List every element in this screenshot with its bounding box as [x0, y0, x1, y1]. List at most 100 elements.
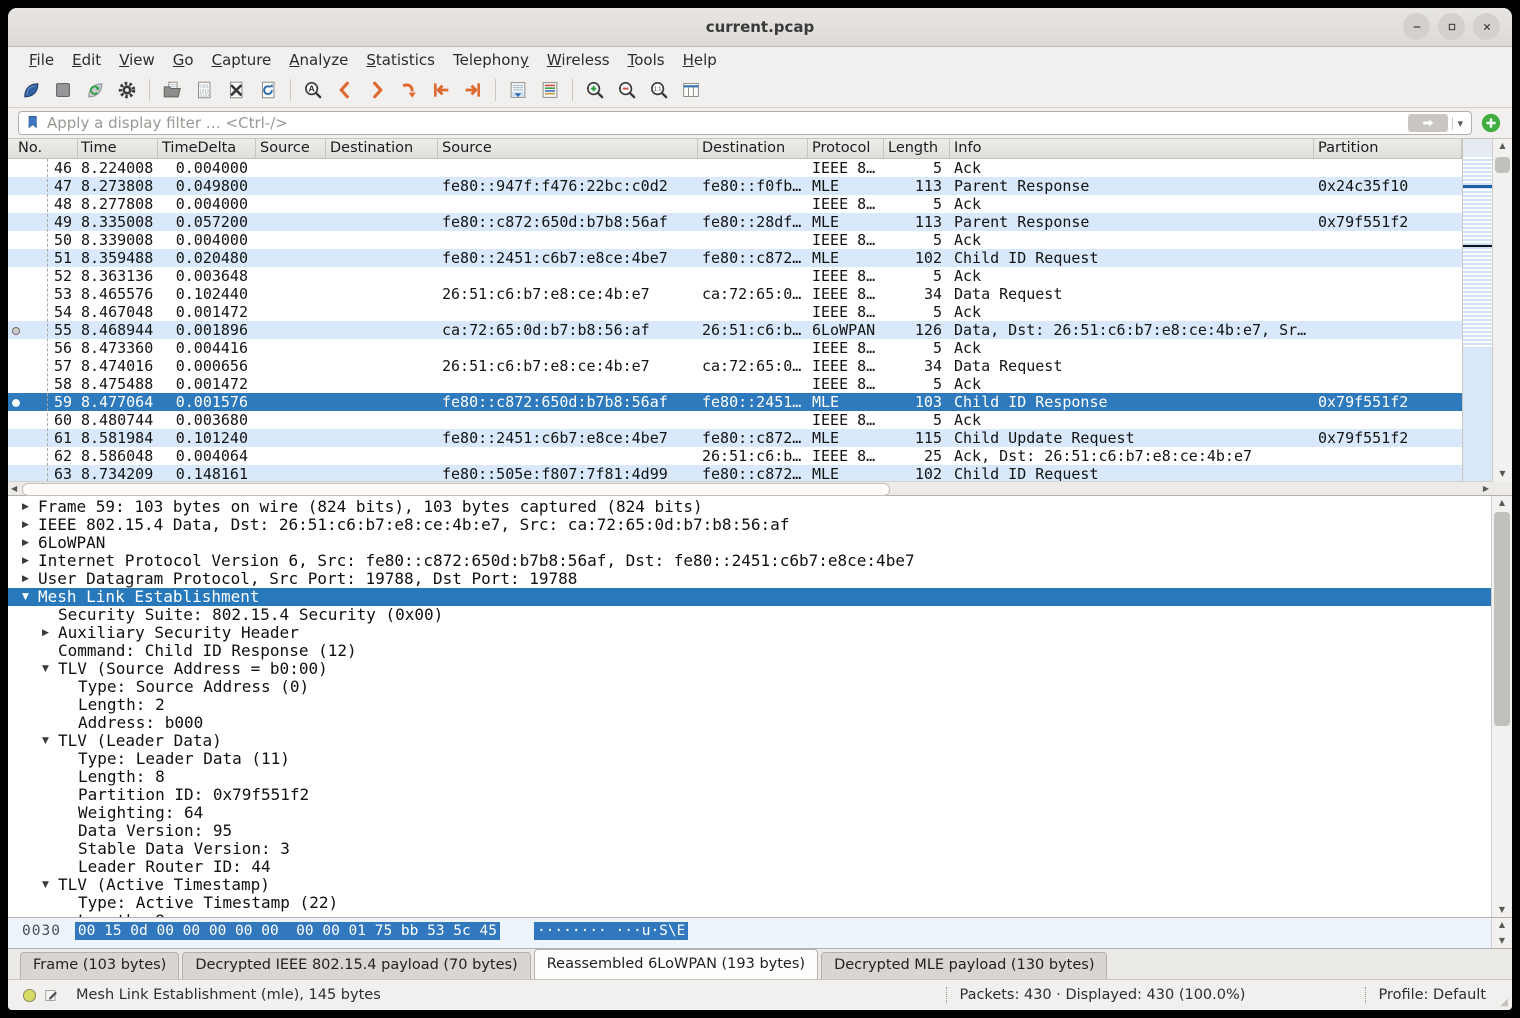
toolbar-go-last-button[interactable]: [458, 76, 488, 104]
tab-byte-view-1[interactable]: Frame (103 bytes): [20, 952, 179, 979]
menu-item-telephony[interactable]: Telephony: [444, 49, 538, 71]
detail-row[interactable]: Partition ID: 0x79f551f2: [8, 786, 1492, 804]
scroll-down-arrow-icon[interactable]: ▼: [1493, 467, 1512, 481]
scroll-up-arrow-icon[interactable]: ▲: [1492, 918, 1512, 932]
collapse-icon[interactable]: ▼: [42, 732, 58, 750]
toolbar-stop-capture-button[interactable]: [48, 76, 78, 104]
menu-item-statistics[interactable]: Statistics: [357, 49, 444, 71]
maximize-button[interactable]: [1438, 13, 1465, 40]
tab-byte-view-2[interactable]: Decrypted IEEE 802.15.4 payload (70 byte…: [182, 952, 530, 979]
detail-row[interactable]: ▶6LoWPAN: [8, 534, 1492, 552]
packet-row-61[interactable]: 618.5819840.101240fe80::2451:c6b7:e8ce:4…: [8, 429, 1462, 447]
menu-item-view[interactable]: View: [110, 49, 164, 71]
packet-row-60[interactable]: 608.4807440.003680IEEE 8…5Ack: [8, 411, 1462, 429]
capture-comment-button[interactable]: [40, 984, 62, 1006]
packet-row-50[interactable]: 508.3390080.004000IEEE 8…5Ack: [8, 231, 1462, 249]
apply-filter-button[interactable]: [1408, 114, 1448, 132]
menu-item-capture[interactable]: Capture: [203, 49, 281, 71]
column-header-part[interactable]: Partition: [1314, 139, 1462, 158]
detail-row[interactable]: Length: 8: [8, 912, 1492, 917]
packet-row-54[interactable]: 548.4670480.001472IEEE 8…5Ack: [8, 303, 1462, 321]
add-filter-button[interactable]: [1480, 112, 1502, 134]
detail-row[interactable]: Type: Leader Data (11): [8, 750, 1492, 768]
scroll-left-arrow-icon[interactable]: ◀: [11, 482, 17, 495]
menu-item-go[interactable]: Go: [164, 49, 203, 71]
toolbar-capture-options-button[interactable]: [112, 76, 142, 104]
toolbar-zoom-in-button[interactable]: [580, 76, 610, 104]
toolbar-go-first-button[interactable]: [426, 76, 456, 104]
filter-dropdown-caret[interactable]: ▾: [1452, 117, 1467, 130]
expand-icon[interactable]: ▶: [22, 552, 38, 570]
column-header-time[interactable]: Time: [78, 139, 158, 158]
menu-item-analyze[interactable]: Analyze: [280, 49, 357, 71]
packet-row-63[interactable]: 638.7342090.148161fe80::505e:f807:7f81:4…: [8, 465, 1462, 481]
toolbar-go-forward-button[interactable]: [362, 76, 392, 104]
column-header-info[interactable]: Info: [950, 139, 1314, 158]
detail-row[interactable]: ▼TLV (Source Address = b0:00): [8, 660, 1492, 678]
column-header-delta[interactable]: TimeDelta: [158, 139, 256, 158]
packet-row-49[interactable]: 498.3350080.057200fe80::c872:650d:b7b8:5…: [8, 213, 1462, 231]
horizontal-scrollbar[interactable]: ◀ ▶: [8, 481, 1492, 495]
column-header-proto[interactable]: Protocol: [808, 139, 884, 158]
packet-list-minimap[interactable]: [1462, 139, 1492, 481]
toolbar-auto-scroll-button[interactable]: [503, 76, 533, 104]
detail-row[interactable]: Data Version: 95: [8, 822, 1492, 840]
horizontal-scrollbar-thumb[interactable]: [22, 483, 890, 496]
toolbar-colorize-button[interactable]: [535, 76, 565, 104]
bookmark-icon[interactable]: [25, 114, 43, 132]
collapse-icon[interactable]: ▼: [22, 588, 38, 606]
toolbar-find-packet-button[interactable]: A: [298, 76, 328, 104]
hex-bytes-selected[interactable]: 00 15 0d 00 00 00 00 00 00 00 01 75 bb 5…: [75, 922, 500, 940]
detail-scrollbar-thumb[interactable]: [1494, 512, 1510, 726]
toolbar-open-file-button[interactable]: [157, 76, 187, 104]
bytes-scrollbar[interactable]: ▲ ▼: [1491, 918, 1512, 948]
detail-row[interactable]: ▶Internet Protocol Version 6, Src: fe80:…: [8, 552, 1492, 570]
column-header-src2[interactable]: Source: [438, 139, 698, 158]
detail-row[interactable]: ▼TLV (Leader Data): [8, 732, 1492, 750]
detail-row[interactable]: ▼TLV (Active Timestamp): [8, 876, 1492, 894]
toolbar-close-file-button[interactable]: [221, 76, 251, 104]
toolbar-go-to-packet-button[interactable]: [394, 76, 424, 104]
scroll-up-arrow-icon[interactable]: ▲: [1492, 496, 1512, 510]
expand-icon[interactable]: ▶: [22, 570, 38, 588]
status-profile[interactable]: Profile: Default: [1378, 987, 1486, 1003]
column-header-src1[interactable]: Source: [256, 139, 326, 158]
menu-item-tools[interactable]: Tools: [619, 49, 674, 71]
scroll-down-arrow-icon[interactable]: ▼: [1492, 903, 1512, 917]
expand-icon[interactable]: ▶: [22, 534, 38, 552]
packet-row-48[interactable]: 488.2778080.004000IEEE 8…5Ack: [8, 195, 1462, 213]
detail-scrollbar[interactable]: ▲ ▼: [1491, 496, 1512, 917]
packet-row-57[interactable]: 578.4740160.00065626:51:c6:b7:e8:ce:4b:e…: [8, 357, 1462, 375]
toolbar-go-back-button[interactable]: [330, 76, 360, 104]
detail-row[interactable]: Command: Child ID Response (12): [8, 642, 1492, 660]
detail-row[interactable]: Address: b000: [8, 714, 1492, 732]
menu-item-file[interactable]: File: [20, 49, 63, 71]
toolbar-zoom-reset-button[interactable]: 1:1: [644, 76, 674, 104]
scroll-down-arrow-icon[interactable]: ▼: [1492, 934, 1512, 948]
column-header-dst1[interactable]: Destination: [326, 139, 438, 158]
packet-row-59[interactable]: 598.4770640.001576fe80::c872:650d:b7b8:5…: [8, 393, 1462, 411]
packet-row-46[interactable]: 468.2240080.004000IEEE 8…5Ack: [8, 159, 1462, 177]
detail-row[interactable]: Length: 8: [8, 768, 1492, 786]
menu-item-edit[interactable]: Edit: [63, 49, 110, 71]
packet-list-scrollbar[interactable]: ▲ ▼: [1492, 139, 1512, 481]
column-header-no[interactable]: No.: [8, 139, 78, 158]
scroll-up-arrow-icon[interactable]: ▲: [1493, 139, 1512, 153]
packet-row-55[interactable]: 558.4689440.001896ca:72:65:0d:b7:b8:56:a…: [8, 321, 1462, 339]
toolbar-restart-capture-button[interactable]: [80, 76, 110, 104]
packet-row-51[interactable]: 518.3594880.020480fe80::2451:c6b7:e8ce:4…: [8, 249, 1462, 267]
minimize-button[interactable]: [1403, 13, 1430, 40]
detail-row[interactable]: Security Suite: 802.15.4 Security (0x00): [8, 606, 1492, 624]
expert-info-button[interactable]: [18, 984, 40, 1006]
detail-row[interactable]: Stable Data Version: 3: [8, 840, 1492, 858]
detail-row[interactable]: ▶IEEE 802.15.4 Data, Dst: 26:51:c6:b7:e8…: [8, 516, 1492, 534]
close-button[interactable]: [1473, 13, 1500, 40]
packet-row-53[interactable]: 538.4655760.10244026:51:c6:b7:e8:ce:4b:e…: [8, 285, 1462, 303]
detail-row[interactable]: Weighting: 64: [8, 804, 1492, 822]
detail-row[interactable]: ▶User Datagram Protocol, Src Port: 19788…: [8, 570, 1492, 588]
toolbar-start-capture-button[interactable]: [16, 76, 46, 104]
toolbar-save-file-button[interactable]: 010110100110: [189, 76, 219, 104]
packet-row-62[interactable]: 628.5860480.00406426:51:c6:b…IEEE 8…25Ac…: [8, 447, 1462, 465]
resize-grip[interactable]: ◢: [1500, 997, 1508, 1008]
toolbar-resize-columns-button[interactable]: [676, 76, 706, 104]
